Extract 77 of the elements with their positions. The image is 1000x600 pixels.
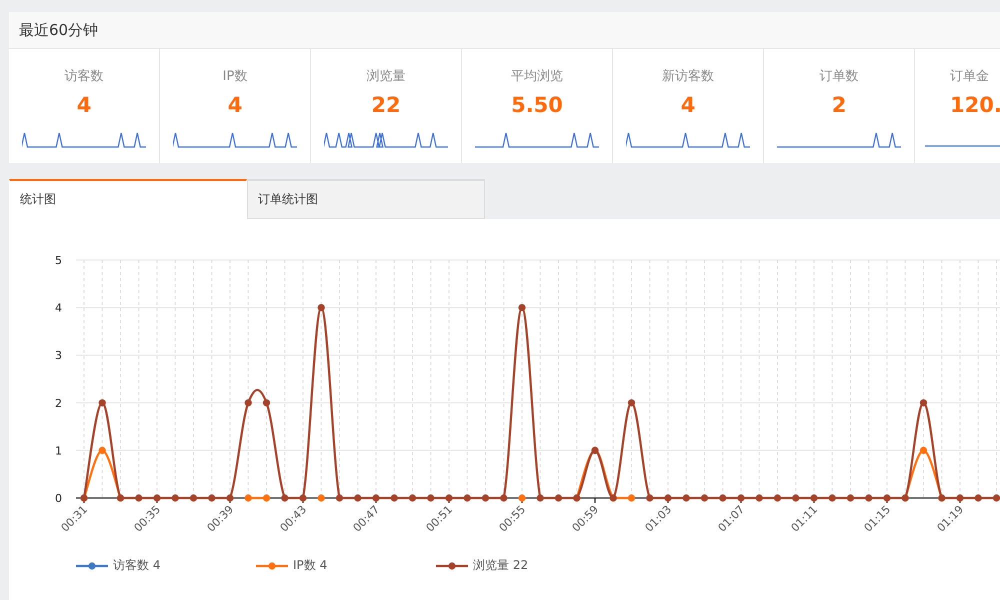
data-point: [408, 494, 416, 502]
data-point: [464, 494, 471, 502]
data-point: [500, 494, 508, 502]
data-point: [628, 494, 636, 502]
data-point: [299, 494, 307, 502]
data-point: [756, 494, 763, 502]
data-point: [719, 494, 726, 502]
data-point: [262, 399, 270, 406]
data-point: [372, 494, 380, 502]
data-point: [682, 494, 690, 502]
stat-value: 5.50: [511, 93, 563, 117]
data-point: [974, 494, 982, 502]
data-point: [427, 494, 434, 502]
stat-value: 22: [371, 93, 401, 117]
data-point: [98, 399, 106, 406]
stat-label: 新访客数: [662, 68, 714, 85]
data-point: [956, 494, 964, 502]
data-point: [865, 494, 872, 502]
stat-label: IP数: [222, 68, 248, 85]
data-point: [810, 494, 818, 502]
data-point: [518, 494, 526, 502]
stat-value: 2: [832, 93, 846, 117]
data-point: [920, 399, 928, 406]
data-point: [792, 494, 800, 502]
y-tick-label: 5: [55, 254, 62, 267]
tab[interactable]: 订单统计图: [247, 179, 485, 219]
data-point: [518, 304, 526, 312]
data-point: [281, 494, 288, 502]
data-point: [536, 494, 544, 502]
data-point: [920, 446, 928, 454]
data-point: [664, 494, 672, 502]
stat-label: 订单金: [950, 68, 989, 85]
y-tick-label: 0: [55, 492, 62, 505]
data-point: [482, 494, 490, 502]
tab[interactable]: 统计图: [9, 179, 247, 219]
data-point: [208, 494, 216, 502]
data-point: [318, 304, 325, 312]
stat-value: 120.: [950, 93, 1000, 117]
stat-value: 4: [76, 93, 92, 117]
data-point: [262, 494, 270, 502]
data-point: [98, 446, 106, 454]
data-point: [628, 399, 636, 406]
data-point: [354, 494, 362, 502]
data-point: [153, 494, 161, 502]
data-point: [828, 494, 836, 502]
data-point: [244, 494, 252, 502]
stat-value: 4: [228, 93, 242, 117]
data-point: [445, 494, 453, 502]
panel-title: 最近60分钟: [19, 20, 98, 40]
data-point: [244, 399, 252, 406]
stat-label: 订单数: [820, 68, 858, 85]
data-point: [992, 494, 1000, 502]
legend-label[interactable]: 浏览量 22: [473, 557, 528, 574]
stat-label: 访客数: [64, 68, 104, 85]
y-tick-label: 3: [55, 349, 62, 362]
data-point: [737, 494, 745, 502]
data-point: [390, 494, 398, 502]
data-point: [700, 494, 708, 502]
data-point: [190, 494, 198, 502]
data-point: [646, 494, 654, 502]
data-point: [226, 494, 234, 502]
data-point: [336, 494, 344, 502]
y-tick-label: 4: [55, 302, 62, 315]
y-tick-label: 2: [55, 396, 62, 410]
stat-label: 平均浏览: [511, 68, 563, 85]
y-tick-label: 1: [55, 444, 62, 458]
data-point: [846, 494, 854, 502]
legend-label[interactable]: IP数 4: [293, 557, 328, 574]
stat-label: 浏览量: [366, 68, 406, 85]
data-point: [883, 494, 891, 502]
data-point: [318, 494, 325, 502]
stat-value: 4: [680, 93, 696, 117]
data-point: [554, 494, 562, 502]
legend-label[interactable]: 访客数 4: [113, 557, 160, 574]
data-point: [774, 494, 782, 502]
data-point: [135, 494, 142, 502]
data-point: [172, 494, 179, 502]
